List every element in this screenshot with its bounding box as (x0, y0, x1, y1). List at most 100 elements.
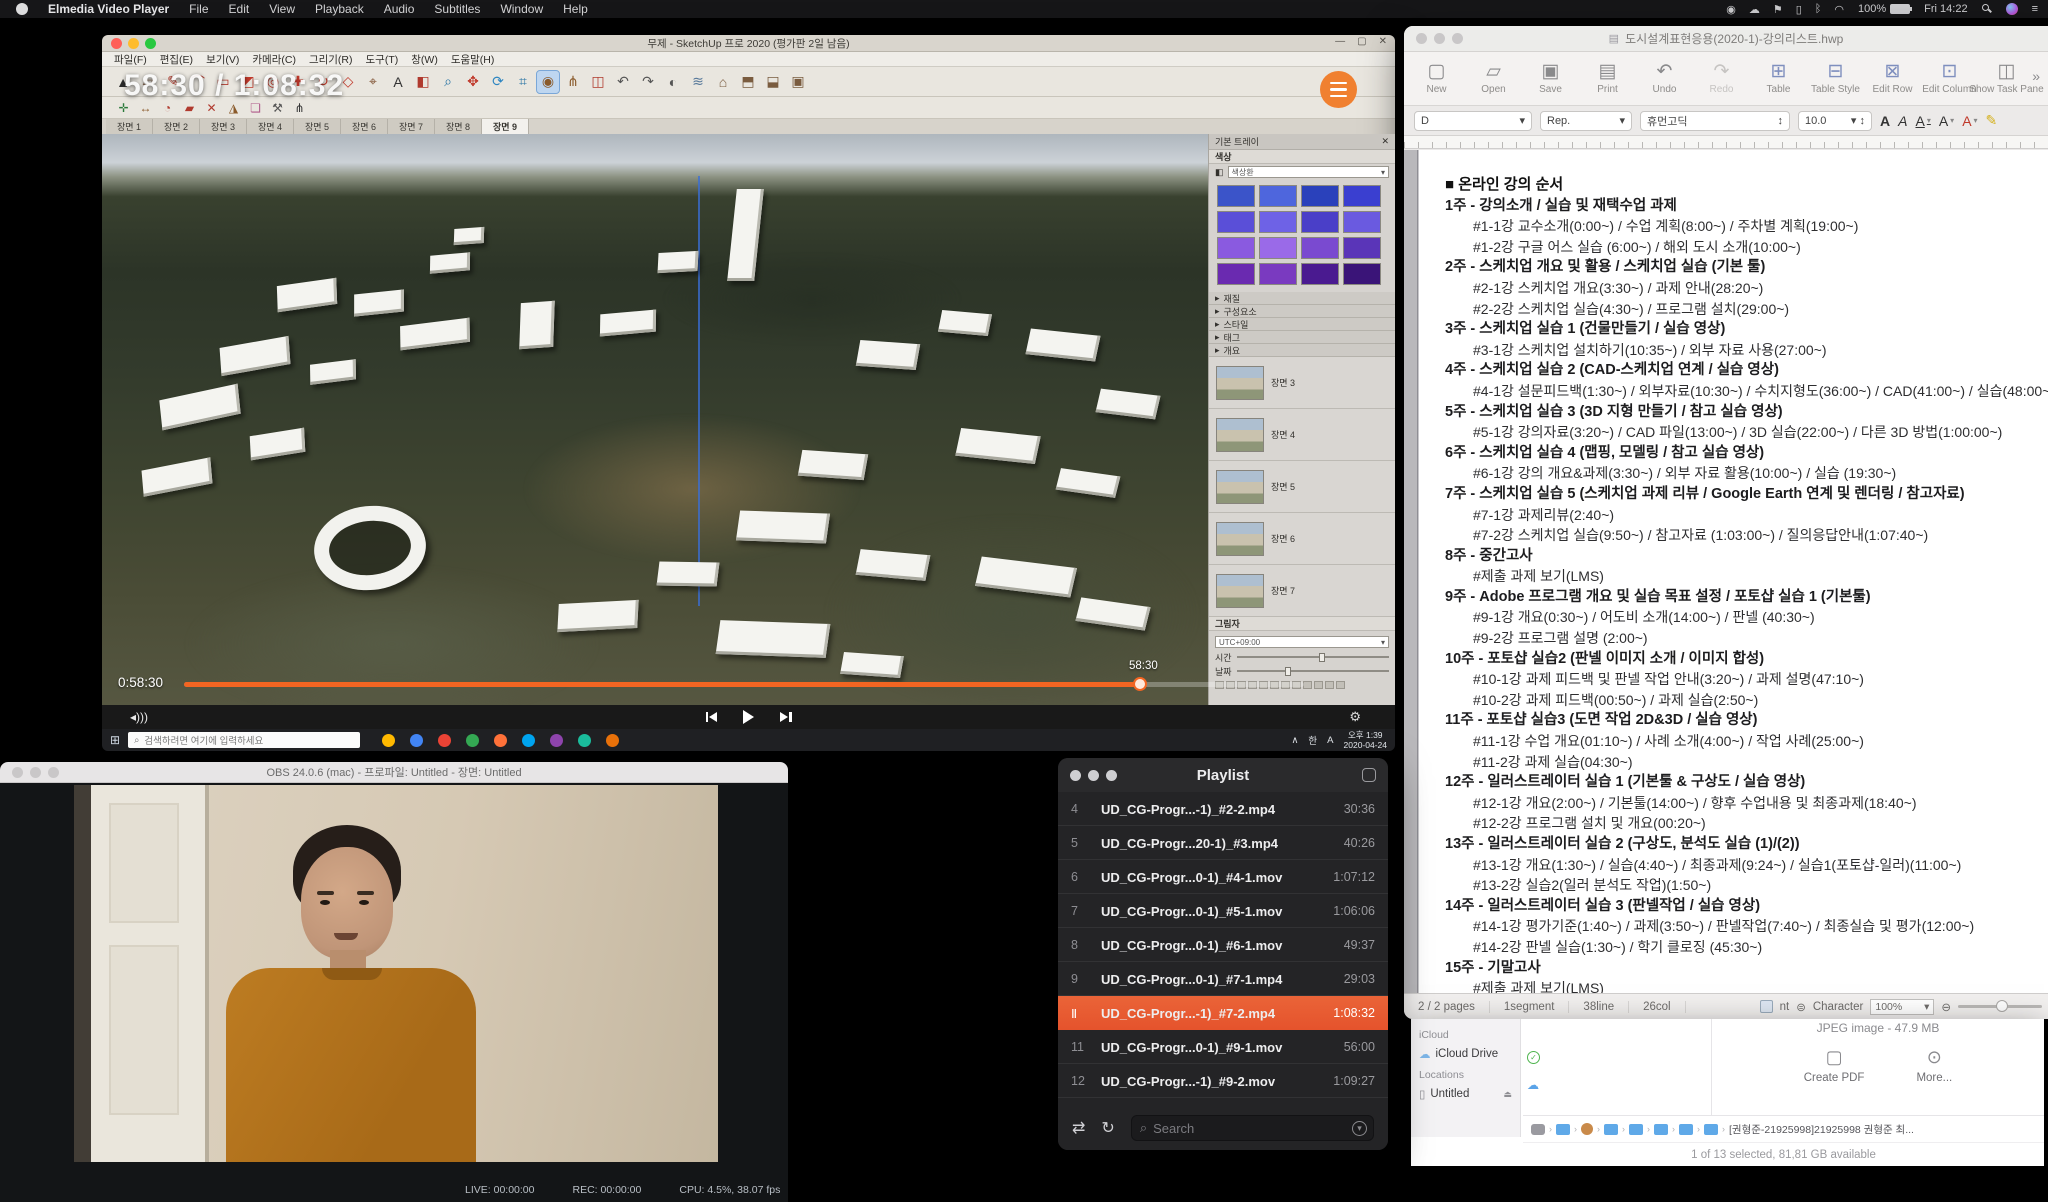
hwp-toolbar-button[interactable]: ▢ New (1408, 62, 1465, 95)
spotlight-icon[interactable] (1982, 4, 1992, 14)
scene-tab[interactable]: 장면 8 (435, 119, 482, 134)
color-swatch[interactable] (1343, 185, 1381, 207)
playlist-row[interactable]: 11 UD_CG-Progr...0-1)_#9-1.mov 56:00 (1058, 1030, 1388, 1064)
win-close-icon[interactable]: ✕ (1379, 36, 1387, 47)
scene-tab[interactable]: 장면 6 (341, 119, 388, 134)
sketchup-viewport[interactable] (102, 134, 1395, 705)
sketchup-tool-icon[interactable]: ◫ (587, 71, 609, 93)
status-icon[interactable]: ◠ (1834, 3, 1844, 16)
sketchup-tool-icon[interactable]: ≋ (687, 71, 709, 93)
attach-to-player-icon[interactable] (1362, 768, 1376, 782)
insert-mode-icon[interactable] (1760, 1000, 1773, 1013)
windows-start-icon[interactable]: ⊞ (110, 733, 120, 747)
color-swatch[interactable] (1259, 211, 1297, 233)
menubar-menu[interactable]: View (269, 2, 295, 16)
repeat-icon[interactable]: ↻ (1101, 1118, 1114, 1138)
playlist-titlebar[interactable]: Playlist (1058, 758, 1388, 792)
ime-indicator[interactable]: 한 (1308, 733, 1317, 747)
sketchup-tool-icon[interactable]: ⌗ (512, 71, 534, 93)
hwp-toolbar-button[interactable]: ◫ Show Task Pane (1978, 62, 2035, 95)
volume-icon[interactable]: ◂))) (130, 710, 148, 724)
win-min-icon[interactable]: — (1335, 36, 1345, 47)
tray-chevron-icon[interactable]: ∧ (1291, 735, 1298, 746)
playlist-row[interactable]: Ⅱ UD_CG-Progr...-1)_#7-2.mp4 1:08:32 (1058, 996, 1388, 1030)
scene-tab[interactable]: 장면 2 (153, 119, 200, 134)
color-swatch[interactable] (1259, 263, 1297, 285)
sketchup-tool-icon[interactable]: ↷ (637, 71, 659, 93)
status-icon[interactable]: ᛒ (1815, 3, 1822, 16)
playlist-row[interactable]: 12 UD_CG-Progr...-1)_#9-2.mov 1:09:27 (1058, 1064, 1388, 1098)
tray-section-row[interactable]: ▸ 스타일 (1209, 318, 1395, 331)
hwp-toolbar-button[interactable]: ▤ Print (1579, 62, 1636, 95)
obs-window-controls[interactable] (12, 767, 59, 778)
siri-icon[interactable] (2006, 3, 2018, 15)
colors-section-title[interactable]: 색상 (1209, 150, 1395, 164)
menubar-menu[interactable]: File (189, 2, 208, 16)
color-picker-select[interactable]: 색상환▾ (1228, 166, 1389, 178)
sidebar-item-icloud-drive[interactable]: ☁ iCloud Drive (1419, 1045, 1512, 1063)
folder-icon[interactable] (1679, 1124, 1693, 1135)
hwp-titlebar[interactable]: ▤ 도시설계표현응용(2020-1)-강의리스트.hwp (1404, 26, 2048, 52)
playlist-row[interactable]: 7 UD_CG-Progr...0-1)_#5-1.mov 1:06:06 (1058, 894, 1388, 928)
taskbar-app-icon[interactable] (466, 734, 479, 747)
drive-icon[interactable] (1531, 1124, 1545, 1135)
sketchup-tool-icon[interactable]: ◐ (662, 71, 684, 93)
italic-button[interactable]: A (1898, 113, 1907, 129)
hwp-window-controls[interactable] (1416, 33, 1463, 44)
char-mode-icon[interactable]: ⊜ (1796, 1000, 1806, 1014)
color-swatch[interactable] (1343, 237, 1381, 259)
sketchup-menu-item[interactable]: 도구(T) (366, 52, 399, 67)
home-icon[interactable] (1581, 1123, 1593, 1135)
create-pdf-button[interactable]: ▢ Create PDF (1804, 1047, 1865, 1084)
sketchup-menu-item[interactable]: 파일(F) (114, 52, 147, 67)
hwp-toolbar-button[interactable]: ↶ Undo (1636, 62, 1693, 95)
folder-icon[interactable] (1556, 1124, 1570, 1135)
sketchup-tool-icon[interactable]: ⌖ (362, 71, 384, 93)
sketchup-menu-item[interactable]: 편집(E) (160, 52, 193, 67)
sketchup-tool-icon[interactable]: ↶ (612, 71, 634, 93)
color-swatch[interactable] (1343, 211, 1381, 233)
style-select[interactable]: D▾ (1414, 111, 1532, 131)
sketchup-menu-item[interactable]: 카메라(C) (252, 52, 296, 67)
zoom-button[interactable] (1452, 33, 1463, 44)
scene-tab[interactable]: 장면 3 (200, 119, 247, 134)
shadow-section-title[interactable]: 그림자 (1209, 617, 1395, 631)
sketchup-tool-icon[interactable]: ⋔ (562, 71, 584, 93)
tray-close-icon[interactable]: ✕ (1381, 136, 1389, 147)
color-swatch[interactable] (1301, 211, 1339, 233)
hwp-toolbar-button[interactable]: ↷ Redo (1693, 62, 1750, 95)
color-swatch[interactable] (1301, 237, 1339, 259)
play-button[interactable] (743, 710, 754, 724)
document-area[interactable]: ■ 온라인 강의 순서1주 - 강의소개 / 실습 및 재택수업 과제#1-1강… (1404, 150, 2048, 993)
close-button[interactable] (1416, 33, 1427, 44)
sketchup-tool-icon[interactable]: ✥ (462, 71, 484, 93)
tray-section-row[interactable]: ▸ 구성요소 (1209, 305, 1395, 318)
playlist-window-controls[interactable] (1070, 770, 1117, 781)
font-size-select[interactable]: 10.0▾ ↕ (1798, 111, 1872, 131)
menubar-menu[interactable]: Edit (229, 2, 250, 16)
close-button[interactable] (12, 767, 23, 778)
player-settings-icon[interactable]: ⚙ (1349, 709, 1361, 725)
zoom-slider[interactable] (1958, 1005, 2042, 1008)
hwp-toolbar-button[interactable]: ⊟ Table Style (1807, 62, 1864, 95)
player-menu-button[interactable] (1320, 71, 1357, 108)
tray-section-row[interactable]: ▸ 태그 (1209, 331, 1395, 344)
minimize-button[interactable] (30, 767, 41, 778)
zoom-select[interactable]: 100%▾ (1870, 999, 1934, 1015)
zoom-out-icon[interactable]: ⊖ (1941, 1000, 1951, 1014)
win-max-icon[interactable]: ▢ (1357, 36, 1366, 47)
battery-indicator[interactable]: 100% (1858, 3, 1910, 15)
ime-indicator-2[interactable]: A (1327, 735, 1333, 746)
sketchup-tool-icon[interactable]: ▣ (787, 71, 809, 93)
notification-center-icon[interactable]: ≡ (2032, 3, 2038, 15)
taskbar-app-icon[interactable] (410, 734, 423, 747)
playlist-row[interactable]: 9 UD_CG-Progr...0-1)_#7-1.mp4 29:03 (1058, 962, 1388, 996)
utc-select[interactable]: UTC+09:00▾ (1215, 636, 1389, 648)
tray-section-row[interactable]: ▸ 개요 (1209, 344, 1395, 357)
toolbar-overflow-icon[interactable]: » (2032, 68, 2040, 84)
sketchup-tool-icon[interactable]: A (387, 71, 409, 93)
taskbar-app-icon[interactable] (606, 734, 619, 747)
more-button[interactable]: ⊙ More... (1916, 1047, 1952, 1084)
status-icon[interactable]: ▯ (1796, 3, 1802, 16)
status-icon[interactable]: ⚑ (1773, 3, 1783, 16)
